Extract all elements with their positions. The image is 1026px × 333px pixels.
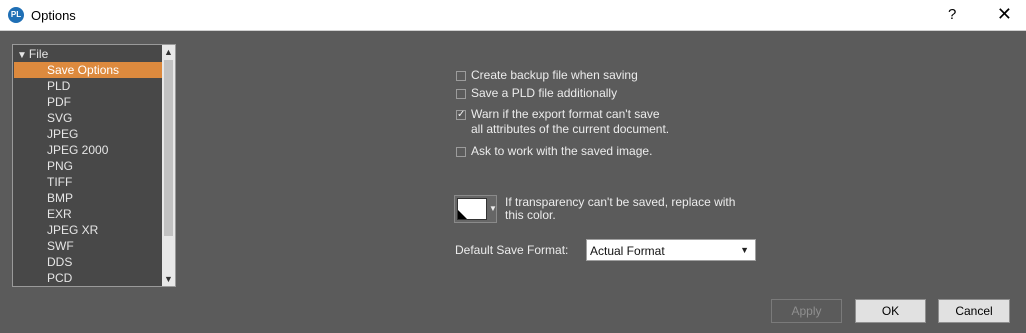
warn-export-checkbox[interactable]: ✓ [456,110,466,120]
warn-export-line-1: Warn if the export format can't save [471,107,660,121]
tree-item[interactable]: PNG [14,158,162,174]
tree-folder-file[interactable]: ▼ File [14,46,162,62]
ask-work-label: Ask to work with the saved image. [471,144,653,158]
scroll-down-icon[interactable]: ▼ [162,272,175,286]
tree-item[interactable]: DDS [14,254,162,270]
scroll-up-icon[interactable]: ▲ [162,45,175,59]
tree-item[interactable]: SVG [14,110,162,126]
scroll-thumb[interactable] [164,60,173,236]
save-format-label: Default Save Format: [455,243,569,257]
swatch-corner [458,210,467,219]
backup-label: Create backup file when saving [471,68,638,82]
tree-item[interactable]: Save Options [14,62,162,78]
tree-item[interactable]: EXR [14,206,162,222]
expand-icon[interactable]: ▼ [17,50,27,61]
tree-item[interactable]: PCD [14,270,162,286]
tree-item[interactable]: JPEG [14,126,162,142]
chevron-down-icon: ▼ [489,204,497,213]
cancel-button[interactable]: Cancel [938,299,1010,323]
pld-copy-option[interactable]: Save a PLD file additionally [456,86,617,101]
tree-item[interactable]: JPEG XR [14,222,162,238]
apply-button[interactable]: Apply [771,299,842,323]
category-tree[interactable]: ▼ File Save Options PLD PDF SVG JPEG JPEG 2000… [12,44,176,287]
tree-scrollbar[interactable]: ▲ ▼ [162,45,175,286]
dropdown-arrow-icon: ▼ [740,245,749,255]
tree-item[interactable]: PLD [14,78,162,94]
tree-item[interactable]: TIFF [14,174,162,190]
tree-item[interactable]: PDF [14,94,162,110]
backup-checkbox[interactable] [456,71,466,81]
pld-copy-checkbox[interactable] [456,89,466,99]
tree-item[interactable]: JPEG 2000 [14,142,162,158]
close-button[interactable]: ✕ [906,0,1026,30]
window-title: Options [31,8,76,23]
color-swatch [457,198,487,220]
save-format-value: Actual Format [590,244,665,258]
warn-export-label: Warn if the export format can't save all … [471,107,669,137]
warn-export-option[interactable]: ✓ Warn if the export format can't save all… [456,107,669,137]
transparency-color-picker[interactable]: ▼ [454,195,497,223]
app-icon: PL [8,7,24,23]
pld-copy-label: Save a PLD file additionally [471,86,618,100]
title-bar: PL Options ? ✕ [0,0,1026,31]
warn-export-line-2: all attributes of the current document. [471,122,670,136]
close-icon: ✕ [996,4,1012,24]
ask-work-option[interactable]: Ask to work with the saved image. [456,144,652,159]
tree-folder-label: File [28,47,49,61]
backup-option[interactable]: Create backup file when saving [456,68,638,83]
tree-list: ▼ File Save Options PLD PDF SVG JPEG JPEG 2000… [14,46,162,286]
tree-item[interactable]: BMP [14,190,162,206]
ok-button[interactable]: OK [855,299,926,323]
tree-item[interactable]: SWF [14,238,162,254]
ask-work-checkbox[interactable] [456,147,466,157]
save-format-select[interactable]: Actual Format ▼ [586,239,756,261]
transparency-label: If transparency can't be saved, replace … [505,195,736,222]
